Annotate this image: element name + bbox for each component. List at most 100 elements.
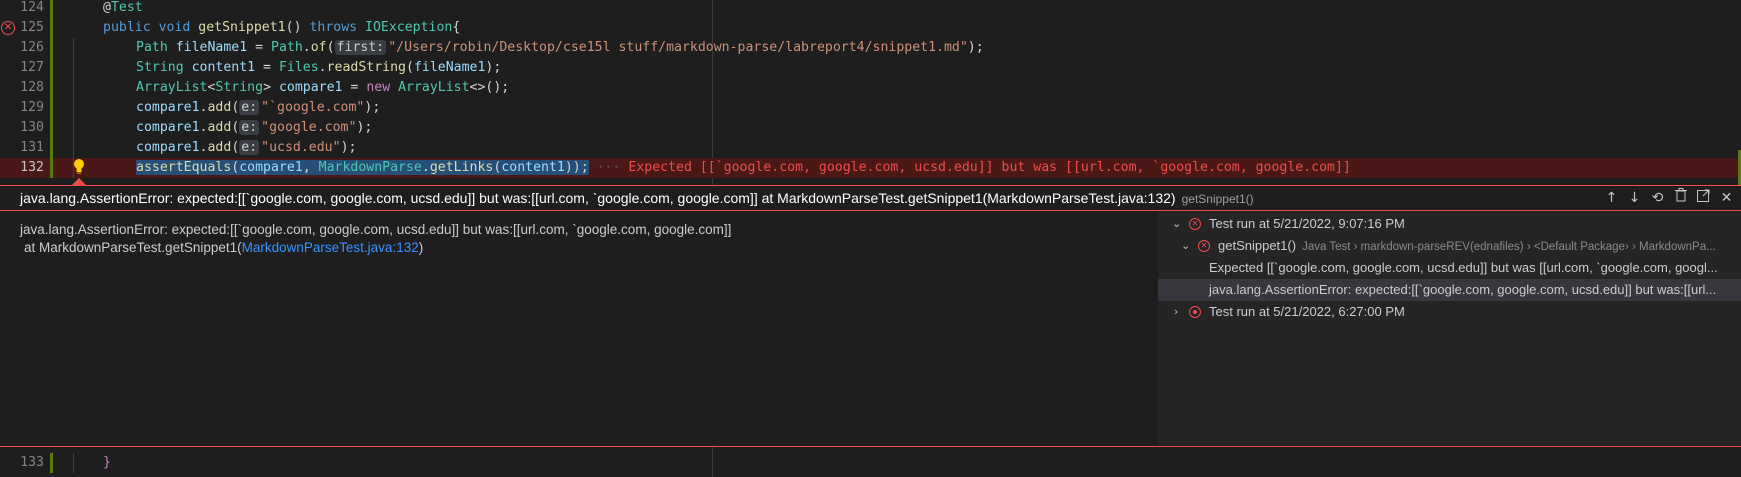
test-case-path: Java Test › markdown-parseREV(ednafiles)… <box>1302 241 1716 253</box>
error-dot-icon <box>1189 306 1201 318</box>
arrow-up-icon[interactable]: ↑ <box>1603 188 1620 208</box>
close-icon[interactable]: ✕ <box>1718 188 1735 208</box>
history-icon[interactable]: ⟲ <box>1649 188 1666 208</box>
line-number: 128 <box>20 80 44 95</box>
code-line[interactable]: 124 @Test <box>0 0 1741 18</box>
code-token: ); <box>340 140 357 155</box>
test-run-item[interactable]: › Test run at 5/21/2022, 6:27:00 PM <box>1158 301 1741 323</box>
code-token: compare1 <box>136 120 200 135</box>
code-token: @ <box>103 0 111 15</box>
error-gutter-icon[interactable]: ✕ <box>1 21 15 35</box>
code-token: ); <box>485 60 502 75</box>
code-token: ); <box>967 40 984 55</box>
peek-subtitle: getSnippet1() <box>1181 192 1254 206</box>
code-line[interactable]: 129 compare1.add(e: "`google.com"); <box>0 98 1741 118</box>
git-added-marker <box>50 78 53 98</box>
code-token: content1 <box>501 160 565 175</box>
open-external-icon[interactable] <box>1695 188 1712 208</box>
code-token: ArrayList <box>136 80 208 95</box>
code-token: compare1 <box>239 160 303 175</box>
code-token: Files <box>278 60 319 75</box>
stack-trace-suffix: ) <box>418 240 424 255</box>
code-line[interactable]: 132 assertEquals(compare1, MarkdownParse.… <box>0 158 1741 178</box>
code-token: )); <box>564 160 589 175</box>
code-token: String <box>215 80 264 95</box>
code-line[interactable]: 127 String content1 = Files.readString(fi… <box>0 58 1741 78</box>
code-line[interactable]: 130 compare1.add(e: "google.com"); <box>0 118 1741 138</box>
stack-trace-line: at MarkdownParseTest.getSnippet1(Markdow… <box>24 240 423 255</box>
peek-actions: ↑ ↓ ⟲ ✕ <box>1603 188 1735 208</box>
line-number: 126 <box>20 40 44 55</box>
indent-guide <box>73 58 74 78</box>
peek-title-text: java.lang.AssertionError: expected:[[`go… <box>20 190 1176 206</box>
code-token: String <box>136 60 192 75</box>
code-token: fileName1 <box>413 60 486 75</box>
code-line[interactable]: 131 compare1.add(e: "ucsd.edu"); <box>0 138 1741 158</box>
line-number: 124 <box>20 0 44 15</box>
indent-guide <box>73 98 74 118</box>
trash-icon[interactable] <box>1672 188 1689 208</box>
arrow-down-icon[interactable]: ↓ <box>1626 188 1643 208</box>
git-added-marker <box>50 58 53 78</box>
error-circle-icon: ✕ <box>1189 218 1201 230</box>
chevron-right-icon[interactable]: › <box>1174 301 1186 323</box>
line-number: 127 <box>20 60 44 75</box>
closing-brace: } <box>103 455 111 470</box>
inlay-hint: e: <box>239 100 260 115</box>
test-run-label: Test run at 5/21/2022, 9:07:16 PM <box>1209 216 1405 231</box>
indent-guide <box>73 138 74 158</box>
code-line[interactable]: 126 Path fileName1 = Path.of(first: "/User… <box>0 38 1741 58</box>
code-content: compare1.add(e: "ucsd.edu"); <box>136 138 356 158</box>
git-added-marker <box>50 0 53 18</box>
git-added-marker <box>50 118 53 138</box>
code-token: readString <box>326 60 406 75</box>
indent-guide <box>73 78 74 98</box>
code-token: Test <box>110 0 143 15</box>
code-line[interactable]: 125 ✕ public void getSnippet1() throws IOE… <box>0 18 1741 38</box>
code-token: = <box>342 80 367 95</box>
code-token: "google.com" <box>261 120 357 135</box>
test-message-item[interactable]: java.lang.AssertionError: expected:[[`go… <box>1158 279 1741 301</box>
test-message-item[interactable]: Expected [[`google.com, google.com, ucsd… <box>1158 257 1741 279</box>
code-content: compare1.add(e: "`google.com"); <box>136 98 380 118</box>
code-token: "ucsd.edu" <box>261 140 341 155</box>
line-number: 132 <box>20 160 44 175</box>
lightbulb-icon[interactable] <box>73 158 85 174</box>
test-case-item[interactable]: ⌄ ✕ getSnippet1() Java Test › markdown-pa… <box>1158 235 1741 257</box>
code-token: assertEquals <box>136 160 232 175</box>
code-token: = <box>247 40 271 55</box>
inlay-hint: first: <box>334 40 387 55</box>
chevron-down-icon[interactable]: ⌄ <box>1181 235 1193 257</box>
git-added-marker <box>50 138 53 158</box>
code-token: add <box>207 140 232 155</box>
line-number: 131 <box>20 140 44 155</box>
code-line[interactable]: 133 } <box>0 453 1741 473</box>
code-token: > <box>263 80 279 95</box>
line-number: 129 <box>20 100 44 115</box>
line-number: 130 <box>20 120 44 135</box>
stack-trace-link[interactable]: MarkdownParseTest.java:132 <box>242 240 419 255</box>
code-token: () <box>285 20 310 35</box>
test-message-assert: java.lang.AssertionError: expected:[[`go… <box>1209 282 1717 297</box>
code-token: ArrayList <box>398 80 470 95</box>
test-error-peek: java.lang.AssertionError: expected:[[`go… <box>0 185 1741 447</box>
test-run-item[interactable]: ⌄ ✕ Test run at 5/21/2022, 9:07:16 PM <box>1158 213 1741 235</box>
code-content: compare1.add(e: "google.com"); <box>136 118 372 138</box>
code-token: ); <box>356 120 373 135</box>
test-message-expected: Expected [[`google.com, google.com, ucsd… <box>1209 260 1718 275</box>
code-token: Path <box>271 40 303 55</box>
test-results-tree: ⌄ ✕ Test run at 5/21/2022, 9:07:16 PM ⌄ … <box>1158 211 1741 445</box>
code-token: { <box>452 20 461 35</box>
code-token: getLinks <box>429 160 494 175</box>
code-line[interactable]: 128 ArrayList<String> compare1 = new Arra… <box>0 78 1741 98</box>
chevron-down-icon[interactable]: ⌄ <box>1172 213 1184 235</box>
code-token: . <box>318 60 327 75</box>
code-content: String content1 = Files.readString(fileN… <box>136 58 501 78</box>
peek-header: java.lang.AssertionError: expected:[[`go… <box>0 186 1741 211</box>
error-circle-icon: ✕ <box>1198 240 1210 252</box>
peek-pointer <box>72 178 86 185</box>
indent-guide <box>73 118 74 138</box>
code-token: fileName1 <box>175 40 248 55</box>
code-token: ); <box>364 100 381 115</box>
code-token: = <box>255 60 279 75</box>
